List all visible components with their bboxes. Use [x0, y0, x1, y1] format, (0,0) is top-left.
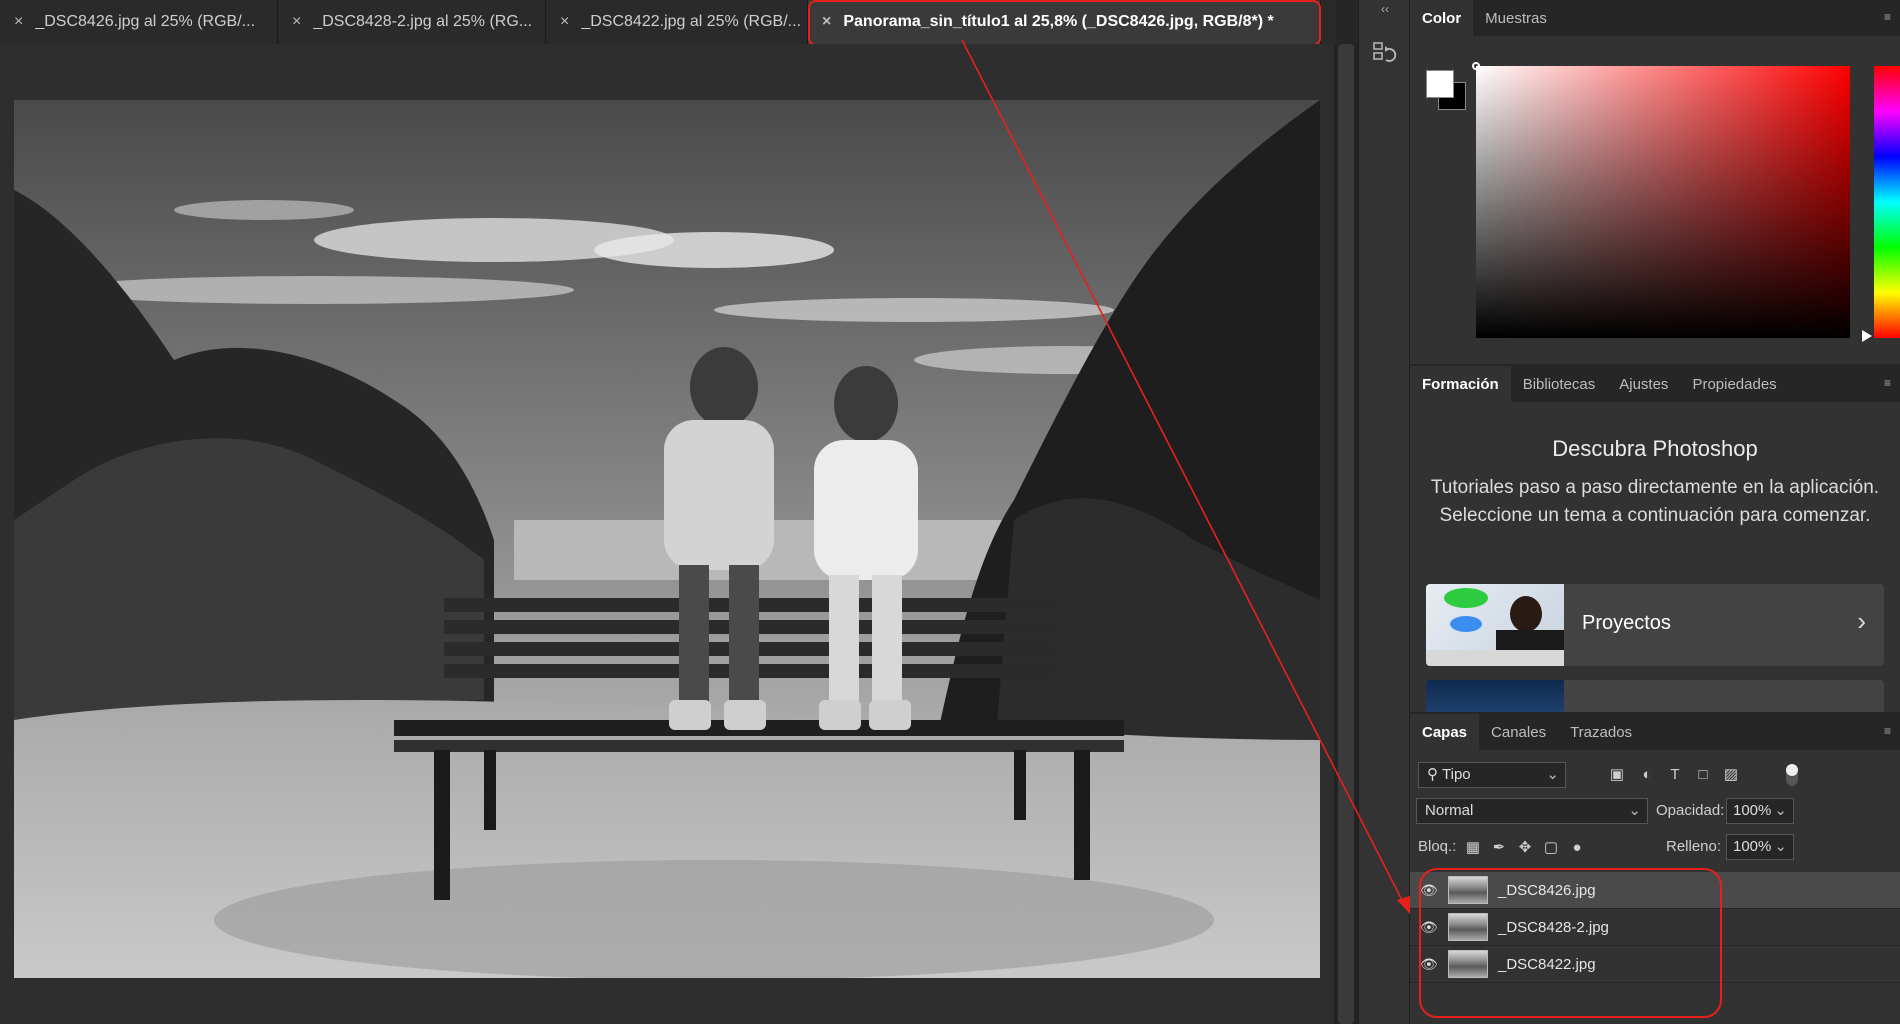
- tab-label: Panorama_sin_título1 al 25,8% (_DSC8426.…: [843, 13, 1274, 30]
- tab-dsc8422[interactable]: × _DSC8422.jpg al 25% (RGB/...: [546, 0, 808, 44]
- lock-row: Bloq.: ▦ ✒ ✥ ▢ ● Relleno: 100% ⌄: [1410, 834, 1900, 862]
- layer-row-dsc8422[interactable]: 👁 _DSC8422.jpg: [1410, 946, 1900, 983]
- tab-muestras[interactable]: Muestras: [1473, 0, 1559, 36]
- projects-thumbnail: [1426, 584, 1564, 666]
- close-icon[interactable]: ×: [292, 13, 301, 31]
- search-icon: ⚲: [1427, 766, 1438, 783]
- filter-label: Tipo: [1442, 766, 1471, 783]
- projects-card-label: Proyectos: [1582, 612, 1671, 634]
- layer-name[interactable]: _DSC8422.jpg: [1498, 956, 1596, 973]
- foreground-color-swatch[interactable]: [1426, 70, 1454, 98]
- chevron-right-icon: ›: [1857, 606, 1866, 636]
- learn-panel: Formación Bibliotecas Ajustes Propiedade…: [1410, 366, 1900, 712]
- tab-ajustes[interactable]: Ajustes: [1607, 366, 1680, 402]
- close-icon[interactable]: ×: [14, 13, 23, 31]
- blend-mode-select[interactable]: Normal ⌄: [1416, 798, 1648, 824]
- panel-menu-icon[interactable]: ≡: [1884, 10, 1896, 24]
- eye-icon[interactable]: 👁: [1420, 919, 1438, 935]
- lock-position-icon[interactable]: ✥: [1516, 839, 1534, 857]
- fill-label: Relleno:: [1666, 838, 1722, 855]
- tab-dsc8426[interactable]: × _DSC8426.jpg al 25% (RGB/...: [0, 0, 278, 44]
- tab-canales[interactable]: Canales: [1479, 714, 1558, 750]
- tab-label: _DSC8428-2.jpg al 25% (RG...: [313, 13, 533, 30]
- history-icon[interactable]: [1372, 40, 1398, 66]
- lock-paint-icon[interactable]: ✒: [1490, 839, 1508, 857]
- type-filter-icon[interactable]: T: [1666, 766, 1684, 784]
- projects-card[interactable]: Proyectos ›: [1426, 584, 1884, 666]
- fill-value: 100%: [1733, 838, 1772, 855]
- lock-all-icon[interactable]: ●: [1568, 839, 1586, 857]
- tab-color[interactable]: Color: [1410, 0, 1474, 36]
- lock-label: Bloq.:: [1418, 838, 1457, 855]
- learn-panel-tabs: Formación Bibliotecas Ajustes Propiedade…: [1410, 366, 1900, 402]
- layer-thumbnail: [1448, 950, 1488, 978]
- adjustment-filter-icon[interactable]: ◐: [1638, 766, 1656, 784]
- chevron-down-icon[interactable]: ⌄: [1774, 835, 1787, 859]
- color-saturation-field[interactable]: [1472, 62, 1850, 338]
- hue-slider[interactable]: [1874, 66, 1900, 338]
- color-panel: Color Muestras ≡: [1410, 0, 1900, 364]
- smart-object-filter-icon[interactable]: ▨: [1722, 766, 1740, 784]
- tab-capas[interactable]: Capas: [1410, 714, 1480, 750]
- tab-bibliotecas[interactable]: Bibliotecas: [1511, 366, 1608, 402]
- lock-pixels-icon[interactable]: ▦: [1464, 839, 1482, 857]
- fill-input[interactable]: 100% ⌄: [1726, 834, 1794, 860]
- tab-formacion[interactable]: Formación: [1410, 366, 1511, 402]
- layer-row-dsc8426[interactable]: 👁 _DSC8426.jpg: [1410, 872, 1900, 909]
- next-tutorial-thumbnail: [1426, 680, 1564, 712]
- tab-panorama[interactable]: × Panorama_sin_título1 al 25,8% (_DSC8426…: [808, 0, 1321, 44]
- chevron-down-icon[interactable]: ⌄: [1774, 799, 1787, 823]
- blend-mode-value: Normal: [1425, 802, 1474, 819]
- image-filter-icon[interactable]: ▣: [1608, 766, 1626, 784]
- shape-filter-icon[interactable]: □: [1694, 766, 1712, 784]
- eye-icon[interactable]: 👁: [1420, 882, 1438, 898]
- learn-title: Descubra Photoshop: [1552, 436, 1758, 461]
- tab-propiedades[interactable]: Propiedades: [1680, 366, 1788, 402]
- next-tutorial-card[interactable]: [1426, 680, 1884, 712]
- learn-description: Tutoriales paso a paso directamente en l…: [1430, 477, 1880, 526]
- layer-thumbnail: [1448, 913, 1488, 941]
- close-icon[interactable]: ×: [822, 13, 831, 31]
- close-icon[interactable]: ×: [560, 13, 569, 31]
- opacity-value: 100%: [1733, 802, 1772, 819]
- opacity-label: Opacidad:: [1656, 802, 1725, 819]
- color-picker-handle[interactable]: [1472, 62, 1480, 70]
- photo-illustration: [14, 100, 1320, 978]
- hue-slider-handle[interactable]: [1862, 330, 1872, 342]
- panel-menu-icon[interactable]: ≡: [1884, 724, 1896, 738]
- layer-filter-row: ⚲ Tipo ⌄ ▣ ◐ T □ ▨: [1410, 760, 1900, 792]
- chevron-down-icon: ⌄: [1628, 802, 1641, 819]
- document-tab-bar: × _DSC8426.jpg al 25% (RGB/... × _DSC8428-…: [0, 0, 1336, 44]
- canvas-vertical-scrollbar[interactable]: [1334, 44, 1358, 1024]
- eye-icon[interactable]: 👁: [1420, 956, 1438, 972]
- tab-trazados[interactable]: Trazados: [1558, 714, 1644, 750]
- scrollbar-thumb[interactable]: [1338, 44, 1354, 1024]
- lock-artboard-icon[interactable]: ▢: [1542, 839, 1560, 857]
- layer-name[interactable]: _DSC8428-2.jpg: [1498, 919, 1609, 936]
- projects-thumbnail-art: [1426, 588, 1564, 666]
- tab-label: _DSC8422.jpg al 25% (RGB/...: [581, 13, 802, 30]
- layer-thumbnail: [1448, 876, 1488, 904]
- color-panel-tabs: Color Muestras: [1410, 0, 1900, 36]
- chevron-down-icon: ⌄: [1546, 766, 1559, 783]
- layer-list: 👁 _DSC8426.jpg 👁 _DSC8428-2.jpg 👁 _DSC84…: [1410, 872, 1900, 983]
- toggle-knob: [1786, 764, 1798, 776]
- layer-row-dsc8428-2[interactable]: 👁 _DSC8428-2.jpg: [1410, 909, 1900, 946]
- panorama-image[interactable]: [14, 100, 1320, 978]
- layer-filter-select[interactable]: ⚲ Tipo ⌄: [1418, 762, 1566, 788]
- collapse-chevron-icon[interactable]: ‹‹: [1359, 2, 1411, 16]
- tab-dsc8428-2[interactable]: × _DSC8428-2.jpg al 25% (RG...: [278, 0, 546, 44]
- layer-name[interactable]: _DSC8426.jpg: [1498, 882, 1596, 899]
- filter-toggle[interactable]: [1786, 764, 1798, 786]
- blend-row: Normal ⌄ Opacidad: 100% ⌄: [1410, 798, 1900, 826]
- layers-panel-tabs: Capas Canales Trazados: [1410, 714, 1900, 750]
- panel-dock-strip: ‹‹: [1358, 0, 1410, 1024]
- panel-menu-icon[interactable]: ≡: [1884, 376, 1896, 390]
- layers-panel: Capas Canales Trazados ≡ ⚲ Tipo ⌄ ▣ ◐ T □ …: [1410, 714, 1900, 1024]
- opacity-input[interactable]: 100% ⌄: [1726, 798, 1794, 824]
- tab-label: _DSC8426.jpg al 25% (RGB/...: [35, 13, 256, 30]
